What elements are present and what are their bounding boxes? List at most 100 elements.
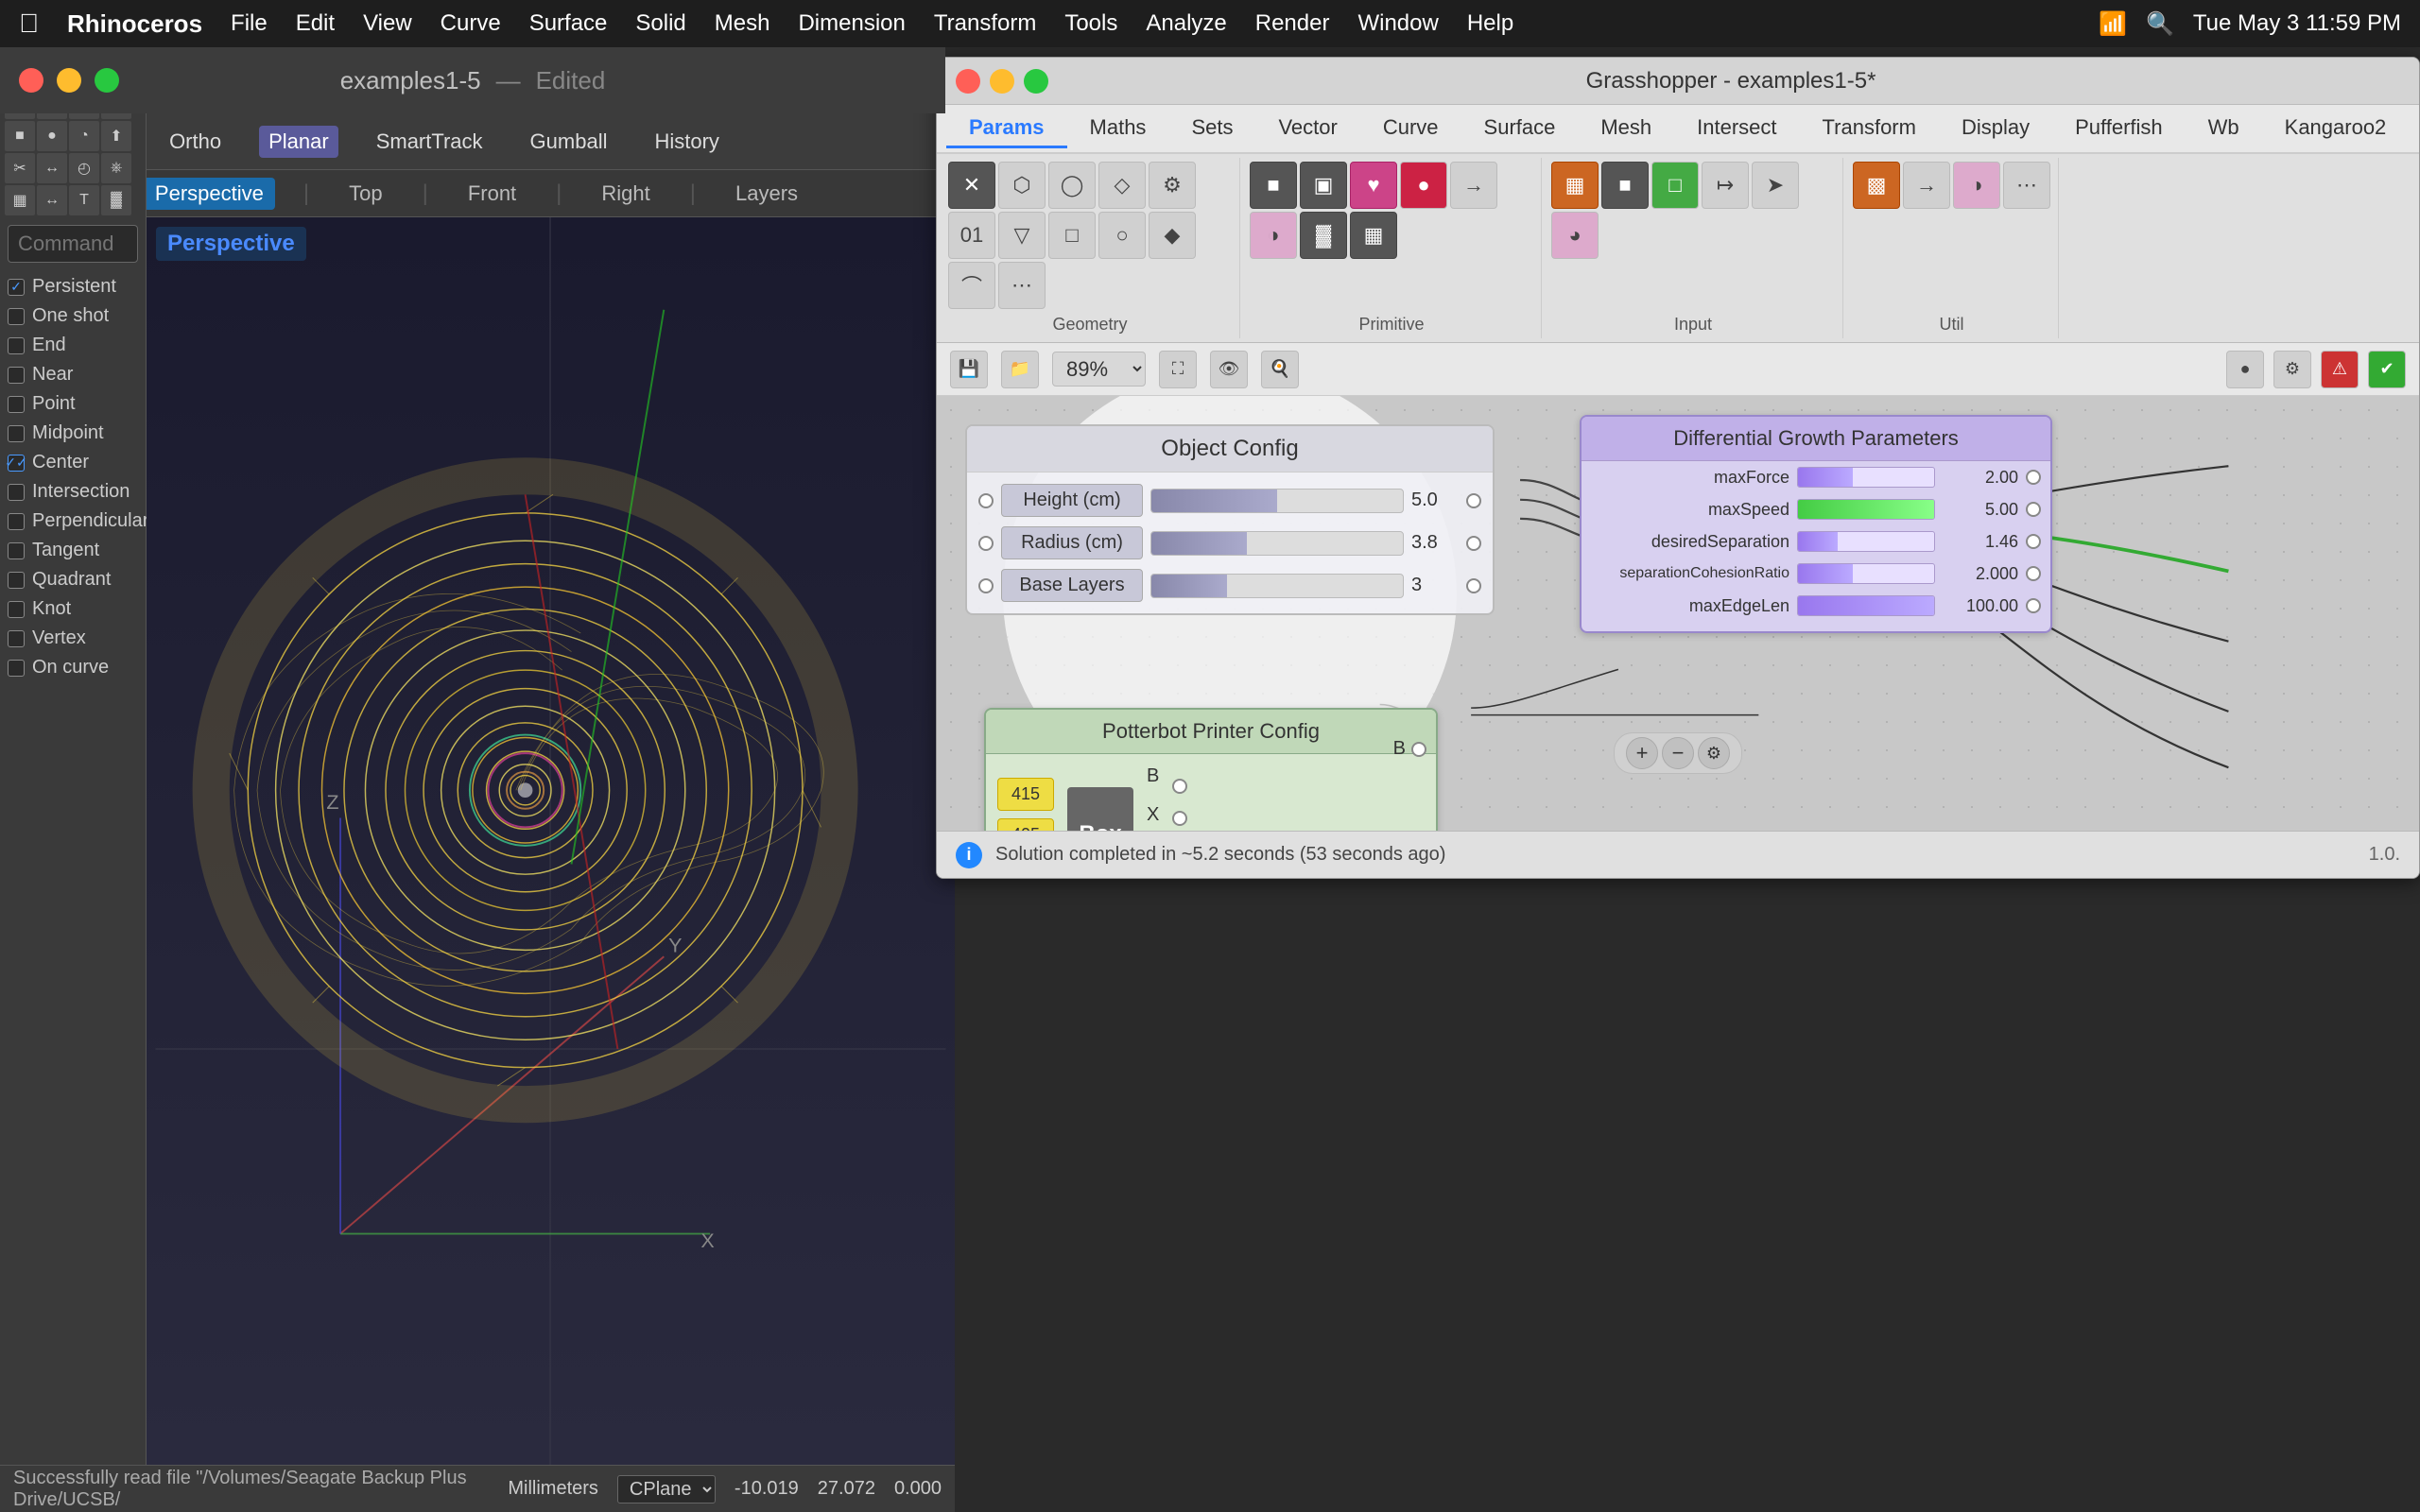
snap-end[interactable]: End <box>8 335 138 356</box>
potterbot-box-component[interactable]: Box <box>1067 787 1133 831</box>
gh-wire-btn[interactable]: ● <box>2226 351 2264 388</box>
menu-edit[interactable]: Edit <box>296 10 335 37</box>
snap-quadrant[interactable]: Quadrant <box>8 569 138 591</box>
snap-midpoint-checkbox[interactable] <box>8 425 25 442</box>
viewport-tab-top[interactable]: Top <box>337 178 393 210</box>
snap-point-checkbox[interactable] <box>8 396 25 413</box>
snap-center-checkbox[interactable]: ✓ <box>8 455 25 472</box>
close-button[interactable] <box>19 68 43 93</box>
gh-icon-arc[interactable]: ⌒ <box>948 262 995 309</box>
gh-icon-circle2[interactable]: ○ <box>1098 212 1146 259</box>
height-right-connector[interactable] <box>1466 493 1481 508</box>
sphere-icon[interactable]: ● <box>37 121 67 151</box>
snap-near[interactable]: Near <box>8 364 138 386</box>
object-config-node[interactable]: Object Config Height (cm) 5.0 <box>965 424 1495 615</box>
menu-surface[interactable]: Surface <box>529 10 608 37</box>
menu-dimension[interactable]: Dimension <box>798 10 905 37</box>
snap-center[interactable]: ✓ Center <box>8 452 138 473</box>
gh-fit-btn[interactable]: ⛶ <box>1159 351 1197 388</box>
gh-preview-btn[interactable]: 👁 <box>1210 351 1248 388</box>
desiredsep-connector[interactable] <box>2026 534 2041 549</box>
gh-tab-surface[interactable]: Surface <box>1461 110 1579 148</box>
gh-prim-icon1[interactable]: ■ <box>1250 162 1297 209</box>
radius-slider[interactable] <box>1150 531 1404 556</box>
menu-analyze[interactable]: Analyze <box>1146 10 1226 37</box>
text-icon[interactable]: T <box>69 185 99 215</box>
gh-prim-icon8[interactable]: ▦ <box>1350 212 1397 259</box>
box-icon[interactable]: ■ <box>5 121 35 151</box>
menu-solid[interactable]: Solid <box>635 10 685 37</box>
gh-input-icon5[interactable]: ➤ <box>1752 162 1799 209</box>
gh-prim-icon4[interactable]: ● <box>1400 162 1447 209</box>
menu-render[interactable]: Render <box>1255 10 1330 37</box>
snap-end-checkbox[interactable] <box>8 337 25 354</box>
gh-prim-icon7[interactable]: ▓ <box>1300 212 1347 259</box>
radius-right-connector[interactable] <box>1466 536 1481 551</box>
gh-bake-btn[interactable]: 🍳 <box>1261 351 1299 388</box>
gh-icon-hex[interactable]: ⬡ <box>998 162 1046 209</box>
menu-tools[interactable]: Tools <box>1064 10 1117 37</box>
menu-file[interactable]: File <box>231 10 268 37</box>
gh-tab-vector[interactable]: Vector <box>1255 110 1359 148</box>
height-left-connector[interactable] <box>978 493 994 508</box>
snap-oneshot[interactable]: One shot <box>8 305 138 327</box>
viewport-3d[interactable]: Perspective X Y Z <box>147 217 955 1465</box>
baselayers-left-connector[interactable] <box>978 578 994 593</box>
potterbot-input-415[interactable]: 415 <box>997 778 1054 811</box>
apple-menu[interactable]:  <box>19 9 39 39</box>
maxspeed-slider[interactable] <box>1797 499 1935 520</box>
radius-left-connector[interactable] <box>978 536 994 551</box>
snap-vertex-checkbox[interactable] <box>8 630 25 647</box>
menu-view[interactable]: View <box>363 10 412 37</box>
gh-util-icon2[interactable]: → <box>1903 162 1950 209</box>
snap-near-checkbox[interactable] <box>8 367 25 384</box>
gh-tab-transform[interactable]: Transform <box>1800 110 1939 148</box>
gh-tab-maths[interactable]: Maths <box>1067 110 1169 148</box>
height-slider[interactable] <box>1150 489 1404 513</box>
gh-settings-btn[interactable]: ⚙ <box>2273 351 2311 388</box>
gh-zoom-select[interactable]: 89% 100% 75% 50% <box>1052 352 1146 387</box>
layer-icon[interactable]: ▦ <box>5 185 35 215</box>
viewport-tab-front[interactable]: Front <box>457 178 527 210</box>
gh-prim-icon6[interactable]: ◑ <box>1250 212 1297 259</box>
menu-transform[interactable]: Transform <box>934 10 1036 37</box>
maxforce-connector[interactable] <box>2026 470 2041 485</box>
snap-oncurve-checkbox[interactable] <box>8 660 25 677</box>
menu-curve[interactable]: Curve <box>441 10 501 37</box>
maximize-button[interactable] <box>95 68 119 93</box>
viewport-tab-right[interactable]: Right <box>590 178 661 210</box>
potterbot-x-connector[interactable] <box>1172 811 1187 826</box>
snap-perpendicular[interactable]: Perpendicular <box>8 510 138 532</box>
potterbot-b2-connector[interactable] <box>1411 742 1426 757</box>
gh-tab-pufferfish[interactable]: Pufferfish <box>2052 110 2186 148</box>
trim-icon[interactable]: ✂ <box>5 153 35 183</box>
snap-point[interactable]: Point <box>8 393 138 415</box>
cylinder-icon[interactable]: ◔ <box>69 121 99 151</box>
gh-tab-kangaroo2[interactable]: Kangaroo2 <box>2262 110 2410 148</box>
snap-knot-checkbox[interactable] <box>8 601 25 618</box>
gh-alert-btn[interactable]: ⚠ <box>2321 351 2359 388</box>
gh-canvas[interactable]: Object Config Height (cm) 5.0 <box>937 396 2419 831</box>
gh-icon-x[interactable]: ✕ <box>948 162 995 209</box>
fillet-icon[interactable]: ◴ <box>69 153 99 183</box>
sepcoh-slider[interactable] <box>1797 563 1935 584</box>
gh-icon-more[interactable]: ⋯ <box>998 262 1046 309</box>
desiredsep-slider[interactable] <box>1797 531 1935 552</box>
snap-persistent[interactable]: Persistent <box>8 276 138 298</box>
snap-midpoint[interactable]: Midpoint <box>8 422 138 444</box>
gh-icon-tri[interactable]: ▽ <box>998 212 1046 259</box>
gh-icon-gear[interactable]: ⚙ <box>1149 162 1196 209</box>
offset-icon[interactable]: ⎈ <box>101 153 131 183</box>
snap-vertex[interactable]: Vertex <box>8 627 138 649</box>
gh-input-icon6[interactable]: ◕ <box>1551 212 1599 259</box>
snap-tangent-checkbox[interactable] <box>8 542 25 559</box>
gh-prim-icon3[interactable]: ♥ <box>1350 162 1397 209</box>
gh-input-icon4[interactable]: ↦ <box>1702 162 1749 209</box>
menu-help[interactable]: Help <box>1467 10 1513 37</box>
layers-button[interactable]: Layers <box>724 178 809 210</box>
baselayers-right-connector[interactable] <box>1466 578 1481 593</box>
planar-button[interactable]: Planar <box>259 126 338 158</box>
gh-util-icon1[interactable]: ▩ <box>1853 162 1900 209</box>
gh-tab-wb[interactable]: Wb <box>2186 110 2262 148</box>
smarttrack-button[interactable]: SmartTrack <box>367 126 493 158</box>
